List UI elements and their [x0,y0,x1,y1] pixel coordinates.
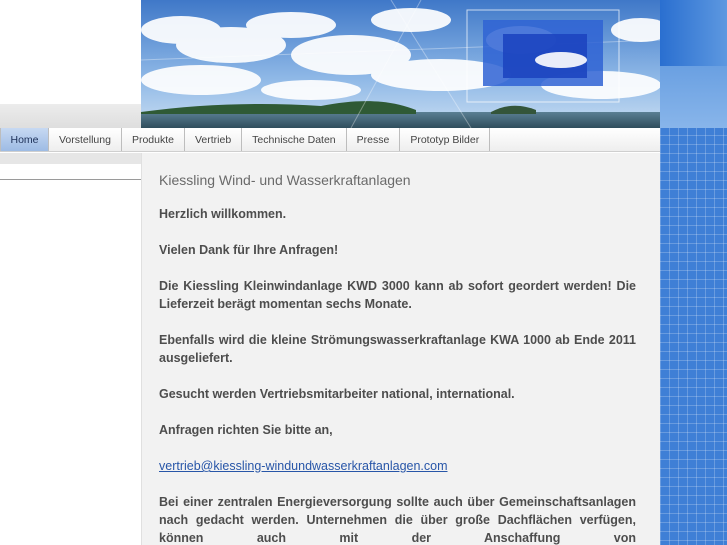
sidebar-divider [0,179,141,180]
recruiting-text: Gesucht werden Vertriebsmitarbeiter nati… [159,387,515,401]
closing-paragraph: Bei einer zentralen Energieversorgung so… [159,495,636,545]
left-sidebar [0,153,141,545]
page-title: Kiessling Wind- und Wasserkraftanlagen [159,172,411,188]
sidebar-band [0,153,141,164]
nav-item-home[interactable]: Home [0,128,49,151]
nav-item-presse[interactable]: Presse [347,128,401,151]
thanks-text: Vielen Dank für Ihre Anfragen! [159,243,339,257]
header-left-band [0,104,141,128]
welcome-text: Herzlich willkommen. [159,207,287,221]
email-link[interactable]: vertrieb@kiessling-windundwasserkraftanl… [159,459,448,473]
contact-intro: Anfragen richten Sie bitte an, [159,423,333,437]
main-nav: Home Vorstellung Produkte Vertrieb Techn… [0,128,660,152]
nav-item-produkte[interactable]: Produkte [122,128,185,151]
kwd-announcement: Die Kiessling Kleinwindanlage KWD 3000 k… [159,279,636,311]
header-banner-image [141,0,660,128]
main-content-area: Kiessling Wind- und Wasserkraftanlagen H… [141,153,660,545]
nav-item-vertrieb[interactable]: Vertrieb [185,128,243,151]
nav-item-vorstellung[interactable]: Vorstellung [49,128,122,151]
right-top-blue-panel [660,0,727,128]
content-column: Kiessling Wind- und Wasserkraftanlagen H… [159,172,636,545]
kwa-announcement: Ebenfalls wird die kleine Strömungswasse… [159,333,636,365]
nav-item-technische-daten[interactable]: Technische Daten [242,128,347,151]
header-left-blank [0,0,141,104]
nav-item-prototyp-bilder[interactable]: Prototyp Bilder [400,128,491,151]
